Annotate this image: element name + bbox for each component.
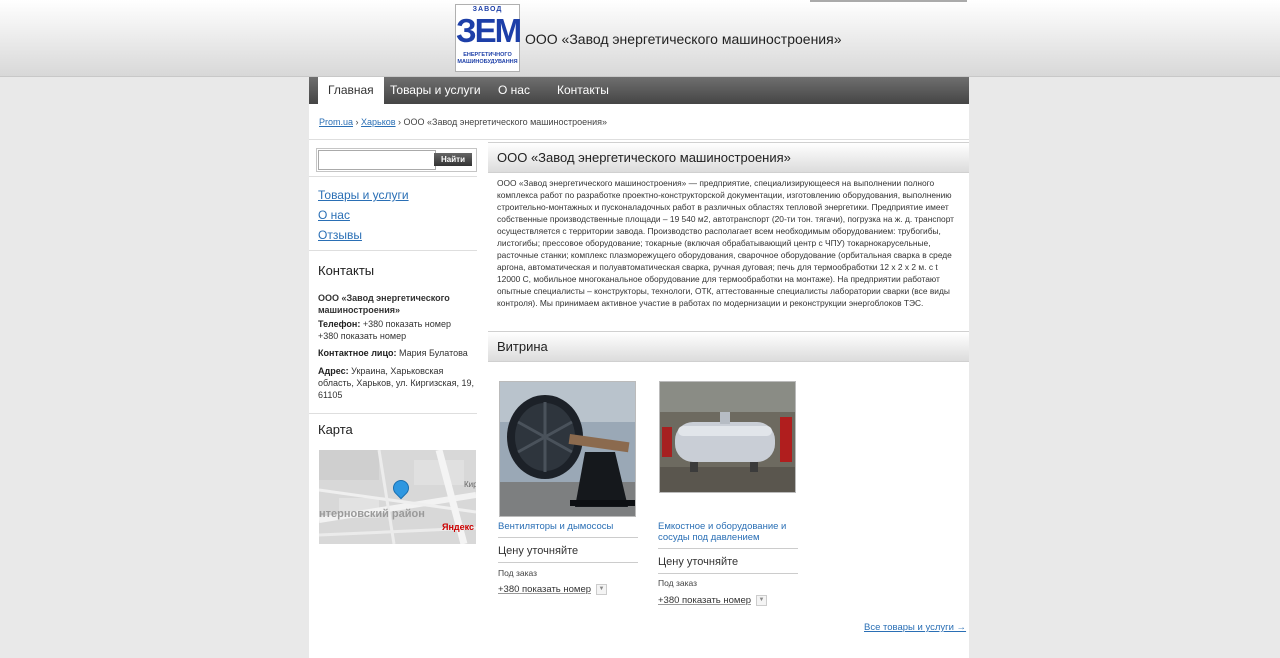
main-nav: Главная Товары и услуги О нас Контакты	[309, 77, 969, 104]
pressure-vessel-image	[660, 382, 795, 492]
phone-number-2[interactable]: +380 показать номер	[318, 331, 406, 341]
all-products-link[interactable]: Все товары и услуги →	[864, 622, 966, 633]
breadcrumb-link-kharkov[interactable]: Харьков	[361, 117, 396, 127]
nav-item-home[interactable]: Главная	[318, 77, 384, 104]
breadcrumb: Prom.ua › Харьков › ООО «Завод энергетич…	[319, 117, 607, 127]
sidebar-link-reviews[interactable]: Отзывы	[318, 228, 362, 242]
logo-bottom-text: ЕНЕРГЕТИЧНОГО МАШИНОБУДУВАННЯ	[457, 52, 518, 65]
contact-address: Адрес: Украина, Харьковская область, Хар…	[318, 365, 478, 401]
person-label: Контактное лицо:	[318, 348, 397, 358]
breadcrumb-separator: ›	[353, 117, 362, 127]
sidebar-link-products[interactable]: Товары и услуги	[318, 188, 409, 202]
divider	[309, 139, 969, 140]
header-top-line	[810, 0, 967, 2]
address-label: Адрес:	[318, 366, 349, 376]
map-district-label: нтерновский район	[319, 508, 425, 520]
breadcrumb-link-prom[interactable]: Prom.ua	[319, 117, 353, 127]
product-title-fan[interactable]: Вентиляторы и дымососы	[498, 521, 643, 532]
nav-item-products[interactable]: Товары и услуги	[380, 77, 491, 104]
divider	[309, 176, 477, 177]
product-title-vessel[interactable]: Емкостное и оборудование и сосуды под да…	[658, 521, 808, 543]
fan-rotor-image	[500, 382, 635, 516]
map-street-label: Кирг	[464, 480, 476, 489]
showcase-header: Витрина	[488, 331, 969, 362]
divider	[658, 548, 798, 549]
product-phone-link[interactable]: +380 показать номер	[658, 595, 751, 606]
chevron-down-icon[interactable]: ▼	[756, 595, 767, 606]
company-description: ООО «Завод энергетического машиностроени…	[497, 178, 955, 308]
contact-company-name: ООО «Завод энергетического машиностроени…	[318, 293, 450, 315]
map-widget[interactable]: нтерновский район Кирг Яндекс	[319, 450, 476, 544]
breadcrumb-separator: ›	[395, 117, 404, 127]
contact-person: Контактное лицо: Мария Булатова	[318, 347, 478, 359]
product-image-fan[interactable]	[499, 381, 636, 517]
divider	[309, 250, 477, 251]
product-availability: Под заказ	[498, 568, 538, 578]
search-button[interactable]: Найти	[434, 153, 472, 166]
divider	[309, 413, 477, 414]
product-image-vessel[interactable]	[659, 381, 796, 493]
contacts-heading: Контакты	[318, 263, 375, 278]
site-header: ЗАВОД ЗЕМ ЕНЕРГЕТИЧНОГО МАШИНОБУДУВАННЯ …	[0, 0, 1280, 77]
nav-item-about[interactable]: О нас	[488, 77, 540, 104]
product-phone-link[interactable]: +380 показать номер	[498, 584, 591, 595]
yandex-logo: Яндекс	[442, 522, 475, 532]
search-input[interactable]	[318, 150, 436, 170]
content-area: Prom.ua › Харьков › ООО «Завод энергетич…	[309, 104, 969, 658]
about-header: ООО «Завод энергетического машиностроени…	[488, 142, 969, 173]
about-title: ООО «Завод энергетического машиностроени…	[497, 150, 791, 165]
logo-mark: ЗЕМ	[456, 12, 522, 49]
divider	[658, 573, 798, 574]
product-price: Цену уточняйте	[498, 545, 579, 557]
contact-phone: Телефон: +380 показать номер +380 показа…	[318, 318, 478, 342]
phone-number-1[interactable]: +380 показать номер	[363, 319, 451, 329]
company-logo[interactable]: ЗАВОД ЗЕМ ЕНЕРГЕТИЧНОГО МАШИНОБУДУВАННЯ	[455, 4, 522, 72]
divider	[498, 537, 638, 538]
nav-item-contacts[interactable]: Контакты	[547, 77, 619, 104]
showcase-title: Витрина	[497, 339, 548, 354]
sidebar-link-about[interactable]: О нас	[318, 208, 350, 222]
product-availability: Под заказ	[658, 578, 698, 588]
person-name: Мария Булатова	[398, 348, 468, 358]
phone-label: Телефон:	[318, 319, 361, 329]
product-price: Цену уточняйте	[658, 556, 739, 568]
breadcrumb-current: ООО «Завод энергетического машиностроени…	[403, 117, 608, 127]
map-heading: Карта	[318, 422, 353, 437]
divider	[498, 562, 638, 563]
site-title: ООО «Завод энергетического машиностроени…	[525, 31, 842, 47]
chevron-down-icon[interactable]: ▼	[596, 584, 607, 595]
